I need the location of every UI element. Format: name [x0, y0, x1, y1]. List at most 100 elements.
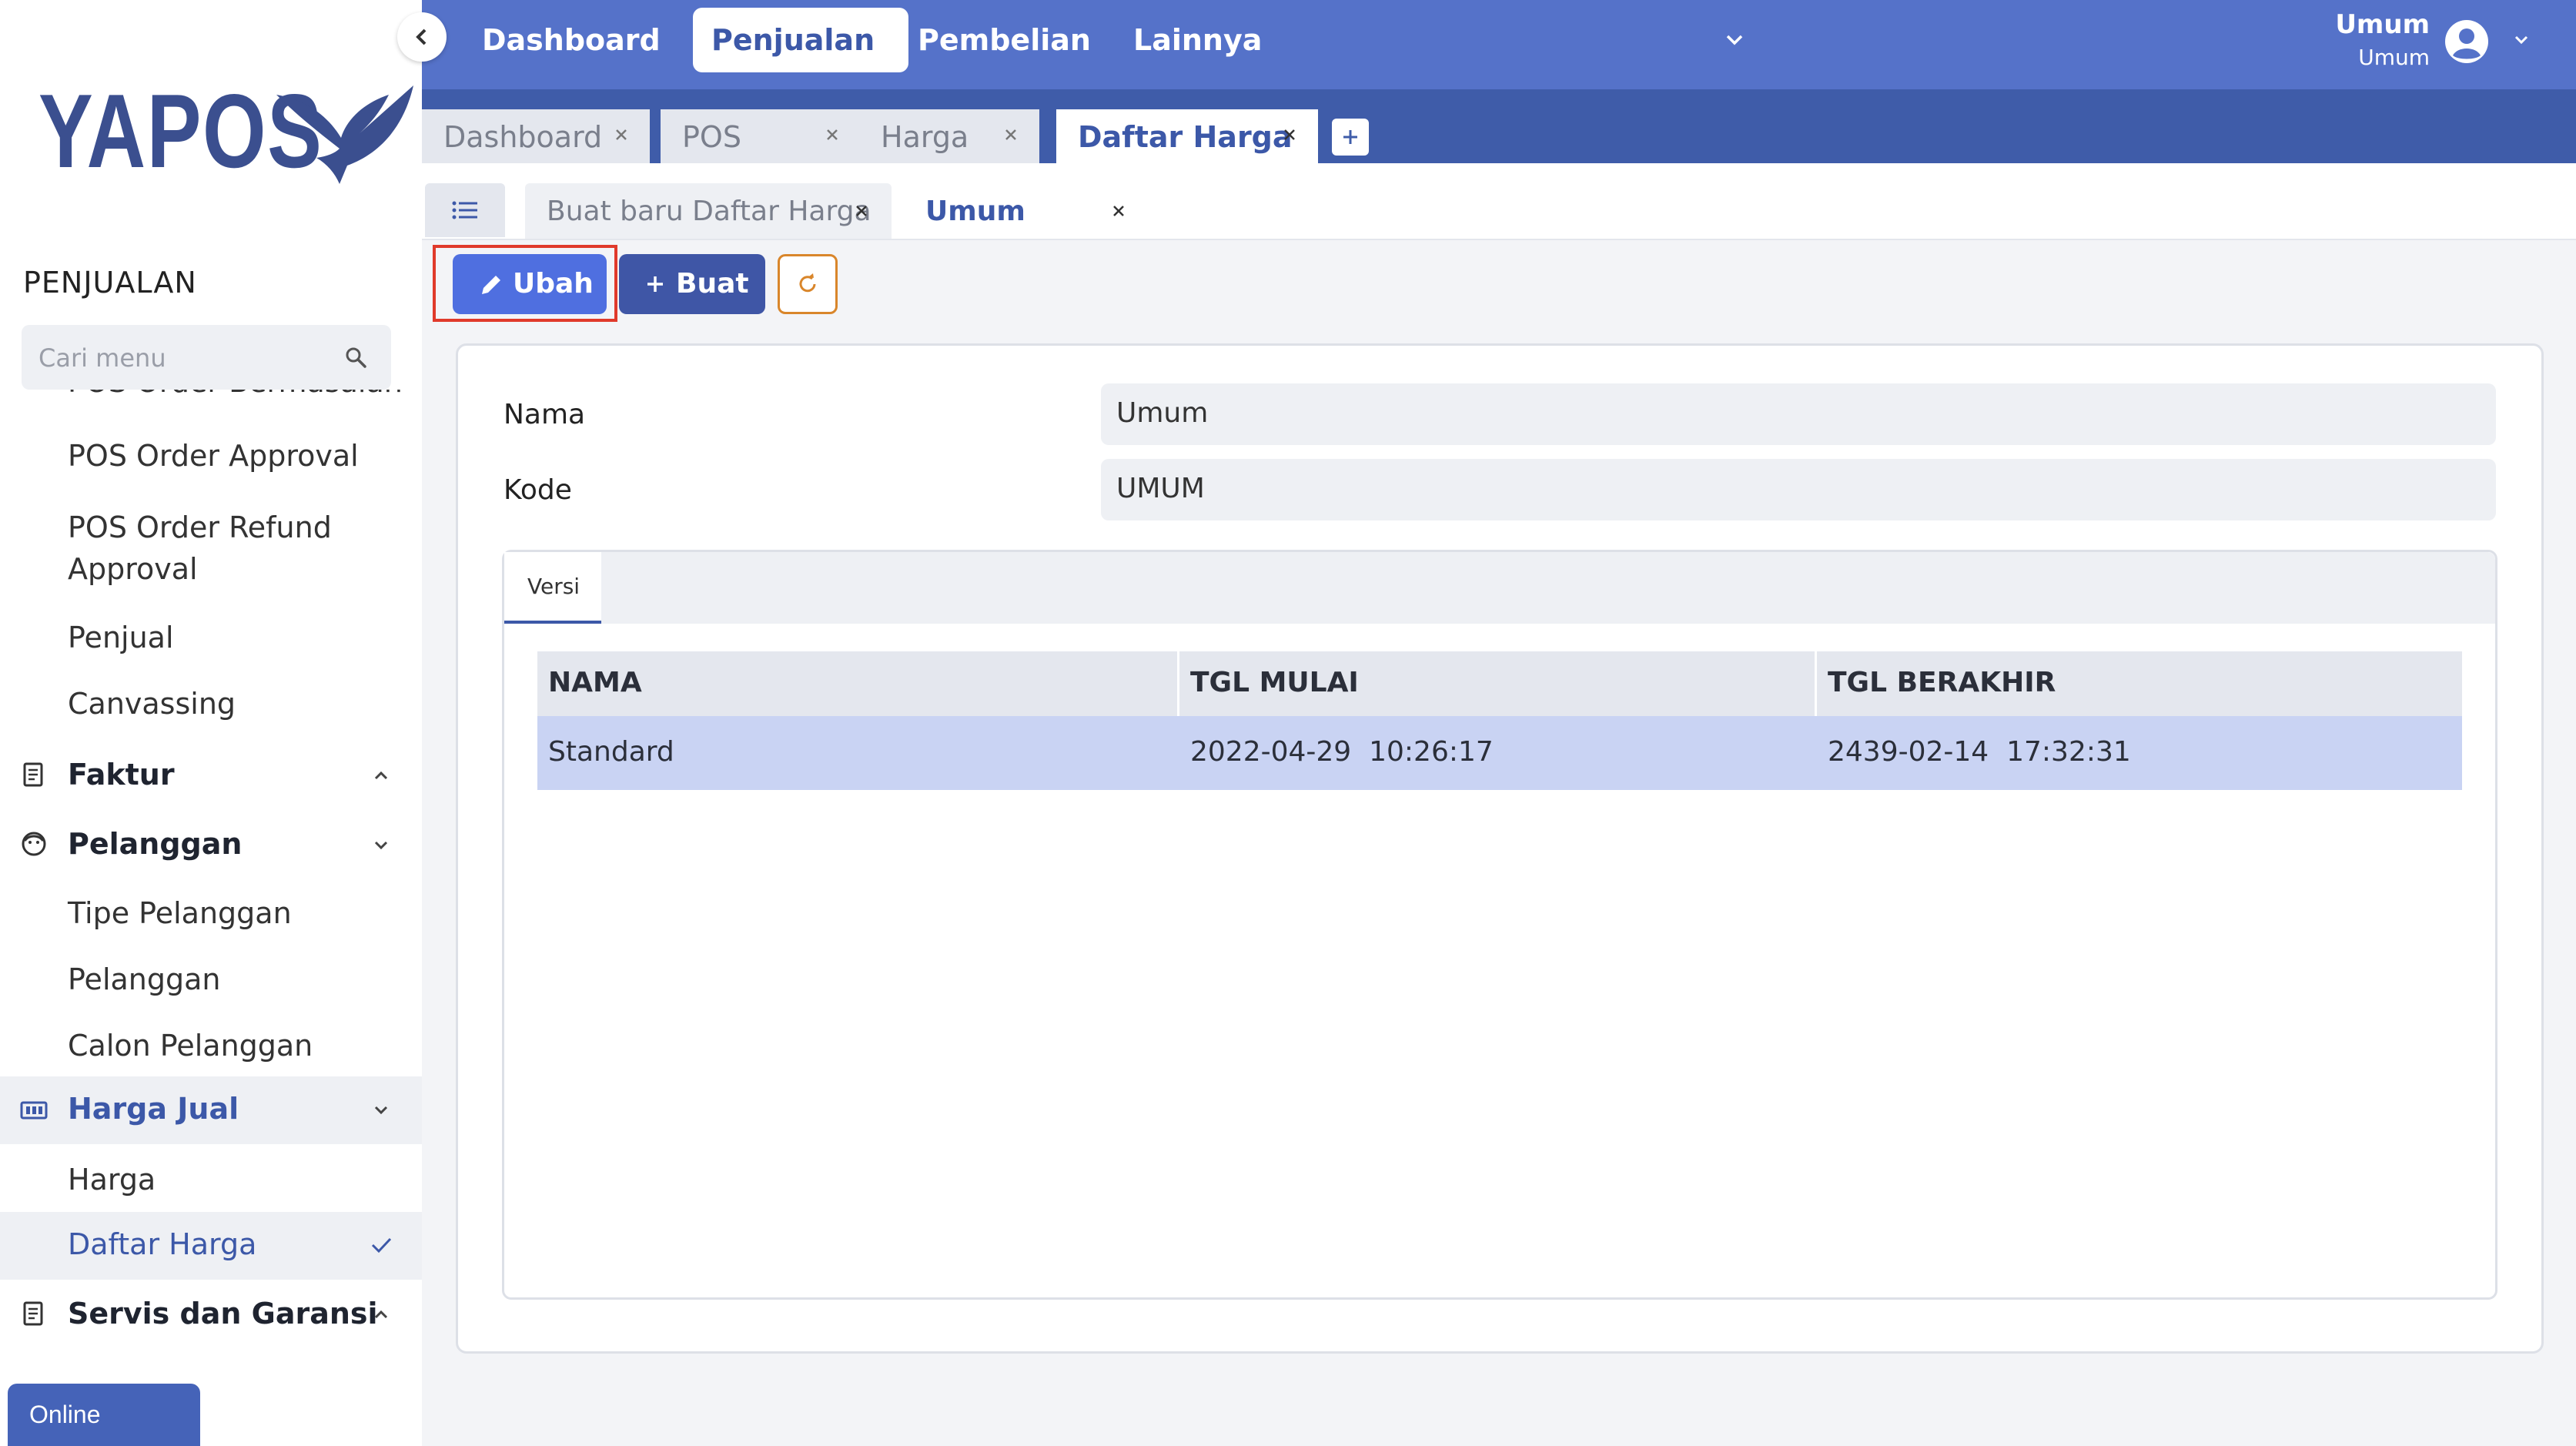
sidebar-item-daftar-harga[interactable]: Daftar Harga: [0, 1212, 422, 1280]
name-value: Umum: [1116, 397, 1209, 429]
sidebar-item-label: Penjual: [68, 621, 174, 654]
name-label: Nama: [503, 399, 586, 430]
sidebar-item-label: Pelanggan: [68, 827, 243, 861]
subtab-umum[interactable]: Umum: [904, 183, 1149, 239]
cell-text: 2439-02-14 17:32:31: [1828, 736, 2131, 768]
refresh-icon: [799, 273, 816, 293]
sidebar-item-label: Pelanggan: [68, 962, 221, 996]
nav-dashboard[interactable]: Dashboard: [468, 8, 661, 72]
nav-label: Penjualan: [711, 23, 875, 57]
sidebar-item-penjual[interactable]: Penjual: [0, 613, 422, 665]
page-tab-bar: Dashboard POS Harga Daftar Harga: [422, 89, 2576, 163]
tab-versi-label: Versi: [527, 574, 580, 599]
sidebar-item-label: Tipe Pelanggan: [68, 896, 292, 930]
chevron-down-icon: [374, 1106, 388, 1115]
sidebar-group-pelanggan[interactable]: Pelanggan: [0, 815, 422, 876]
sidebar-item-pelanggan[interactable]: Pelanggan: [0, 955, 422, 1007]
tab-pos[interactable]: POS: [661, 109, 861, 163]
table-cell-tgl-berakhir: 2439-02-14 17:32:31: [1817, 716, 2462, 790]
nav-label: Lainnya: [1133, 23, 1263, 57]
close-icon[interactable]: [1281, 126, 1298, 143]
sidebar-group-faktur[interactable]: Faktur: [0, 745, 422, 807]
sidebar-item-pos-order-refund-approval[interactable]: POS Order Refund Approval: [0, 496, 422, 586]
search-icon[interactable]: [343, 345, 368, 370]
code-field: UMUM: [1101, 459, 2496, 520]
cell-text: 2022-04-29 10:26:17: [1190, 736, 1494, 768]
user-avatar-icon[interactable]: [2444, 18, 2490, 65]
table-header: NAMA TGL MULAI TGL BERAKHIR: [537, 651, 2462, 716]
column-header-nama[interactable]: NAMA: [537, 651, 1179, 716]
user-role: Umum: [2358, 45, 2430, 70]
tab-label: Harga: [881, 120, 969, 154]
chevron-down-icon[interactable]: [2511, 29, 2531, 49]
close-icon[interactable]: [1002, 126, 1019, 143]
user-menu[interactable]: Umum Umum: [2335, 0, 2545, 85]
column-header-label: NAMA: [548, 667, 642, 698]
tab-daftar-harga[interactable]: Daftar Harga: [1056, 109, 1318, 163]
highlight-outline: [433, 245, 617, 322]
price-tag-icon: [20, 1101, 48, 1120]
add-tab-button[interactable]: [1332, 119, 1369, 156]
plus-icon: [647, 276, 663, 292]
plus-icon: [1343, 130, 1357, 144]
chevron-left-icon: [416, 28, 427, 45]
close-icon[interactable]: [853, 203, 870, 219]
column-header-tgl-berakhir[interactable]: TGL BERAKHIR: [1817, 651, 2462, 716]
column-header-label: TGL BERAKHIR: [1828, 667, 2056, 698]
sidebar-group-servis-dan-garansi[interactable]: Servis dan Garansi: [0, 1284, 422, 1346]
subtab-buat-baru-daftar-harga[interactable]: Buat baru Daftar Harga: [525, 183, 892, 239]
sidebar-item-tipe-pelanggan[interactable]: Tipe Pelanggan: [0, 889, 422, 941]
menu-search-input[interactable]: [37, 325, 333, 391]
subtab-label: Buat baru Daftar Harga: [547, 196, 871, 227]
table-row[interactable]: Standard 2022-04-29 10:26:17 2439-02-14 …: [537, 716, 2462, 790]
user-name: Umum: [2335, 9, 2430, 40]
app-logo: YAPOS: [38, 73, 413, 189]
sidebar-item-pos-order-bermasalah[interactable]: POS Order Bermasalah: [0, 390, 422, 408]
name-field: Umum: [1101, 383, 2496, 445]
nav-penjualan[interactable]: Penjualan: [693, 8, 908, 72]
close-icon[interactable]: [1110, 203, 1127, 219]
sidebar-menu: POS Order Bermasalah POS Order Approval …: [0, 390, 422, 1375]
sidebar-item-label: POS Order Refund Approval: [68, 510, 332, 586]
sidebar-item-pos-order-approval[interactable]: POS Order Approval: [0, 431, 422, 484]
column-header-tgl-mulai[interactable]: TGL MULAI: [1179, 651, 1817, 716]
sidebar-item-label: POS Order Approval: [68, 439, 359, 473]
code-label: Kode: [503, 474, 572, 506]
close-icon[interactable]: [824, 126, 841, 143]
column-header-label: TGL MULAI: [1190, 667, 1359, 698]
sidebar-item-label: Harga: [68, 1163, 156, 1197]
sidebar-group-harga-jual[interactable]: Harga Jual: [0, 1076, 422, 1144]
bird-logo-icon: [276, 85, 413, 184]
online-status-badge: Online: [8, 1384, 200, 1446]
sidebar-collapse-button[interactable]: [397, 12, 447, 62]
sidebar-item-calon-pelanggan[interactable]: Calon Pelanggan: [0, 1021, 422, 1073]
tab-versi[interactable]: Versi: [504, 552, 601, 624]
list-view-button[interactable]: [425, 183, 505, 237]
menu-search: [22, 325, 391, 391]
chevron-up-icon: [374, 771, 388, 780]
sidebar-item-canvassing[interactable]: Canvassing: [0, 679, 422, 731]
nav-pembelian[interactable]: Pembelian: [899, 8, 1091, 72]
chevron-down-icon[interactable]: [1723, 28, 1746, 51]
customer-face-icon: [22, 832, 46, 856]
tab-harga[interactable]: Harga: [859, 109, 1039, 163]
tab-label: Daftar Harga: [1078, 120, 1293, 154]
sidebar-item-label: Faktur: [68, 758, 175, 792]
top-nav-bar: Dashboard Penjualan Pembelian Lainnya Um…: [422, 0, 2576, 89]
nav-label: Dashboard: [482, 23, 661, 57]
sidebar-item-harga[interactable]: Harga: [0, 1153, 422, 1207]
create-button[interactable]: Buat: [619, 254, 765, 314]
refresh-button[interactable]: [778, 254, 838, 314]
document-icon: [23, 1301, 43, 1326]
cell-text: Standard: [548, 736, 674, 768]
nav-label: Pembelian: [918, 23, 1091, 57]
tab-dashboard[interactable]: Dashboard: [422, 109, 650, 163]
nav-lainnya[interactable]: Lainnya: [1122, 8, 1276, 72]
subtab-label: Umum: [925, 196, 1025, 227]
sidebar-item-label: Servis dan Garansi: [68, 1297, 378, 1331]
sidebar-item-label: Harga Jual: [68, 1092, 239, 1126]
close-icon[interactable]: [613, 126, 630, 143]
chevron-up-icon: [374, 1310, 388, 1319]
sidebar: YAPOS PENJUALAN POS Order Bermasalah POS…: [0, 0, 422, 1446]
create-button-label: Buat: [676, 268, 749, 300]
